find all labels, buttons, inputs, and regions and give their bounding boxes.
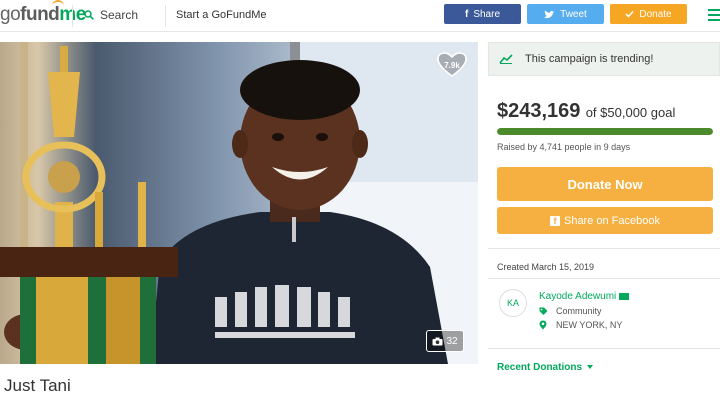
hero-illustration [0,42,478,364]
donate-header-button[interactable]: Donate [610,4,687,24]
campaign-category[interactable]: Community [556,306,602,316]
amount-raised-summary: $243,169 of $50,000 goal [497,100,675,123]
logo-sun-mark [52,0,64,7]
nav-divider [72,5,73,27]
goal-text: of $50,000 goal [585,105,676,120]
share-facebook-label: Share on Facebook [563,214,660,227]
raised-by-text: Raised by 4,741 people in 9 days [497,142,631,152]
donate-label: Donate [639,8,672,20]
hamburger-icon[interactable] [708,9,720,24]
trending-banner: This campaign is trending! [488,42,720,76]
trending-chart-icon [499,54,513,64]
share-on-facebook-button[interactable]: f Share on Facebook [497,207,713,234]
logo-fund-text: fund [20,4,60,25]
mail-icon[interactable] [619,292,630,300]
nav-divider [165,5,166,27]
twitter-icon [544,10,555,18]
recent-donations-toggle[interactable]: Recent Donations [497,362,594,373]
share-button[interactable]: f Share [444,4,521,24]
campaign-photo[interactable]: 7.9k 32 [0,42,478,364]
share-label: Share [473,8,501,20]
favorites-count: 7.9k [444,60,460,70]
chevron-down-icon [587,365,594,370]
campaign-title: Just Tani [4,376,71,395]
divider [488,348,720,349]
start-gofundme-link[interactable]: Start a GoFundMe [176,9,267,21]
created-date: Created March 15, 2019 [497,262,595,272]
funding-progress-bar [497,128,713,135]
photo-gallery-button[interactable]: 32 [426,330,464,352]
check-icon [625,10,634,18]
organizer-link[interactable]: Kayode Adewumi [539,291,630,302]
search-link[interactable]: Search [84,8,138,22]
logo-go-text: go [0,4,21,25]
search-icon [84,10,94,20]
photo-count-label: 32 [446,335,458,347]
divider [488,278,720,279]
location-pin-icon [539,320,547,330]
avatar[interactable]: KA [499,289,527,317]
facebook-icon: f [549,215,560,226]
tweet-button[interactable]: Tweet [527,4,604,24]
camera-icon [432,337,443,345]
facebook-icon: f [464,8,469,20]
trending-text: This campaign is trending! [525,53,654,65]
top-navigation-bar: gofundme Search Start a GoFundMe f Share… [0,0,720,32]
campaign-location: NEW YORK, NY [556,320,623,330]
search-label: Search [100,8,139,22]
amount-raised: $243,169 [497,100,581,122]
tweet-label: Tweet [560,8,587,20]
donate-now-button[interactable]: Donate Now [497,167,713,201]
recent-donations-label: Recent Donations [497,362,583,373]
tag-icon [539,307,548,315]
divider [488,248,720,249]
donate-now-label: Donate Now [567,176,643,192]
organizer-name: Kayode Adewumi [539,291,617,302]
progress-fill [497,128,713,135]
favorite-badge[interactable]: 7.9k [437,52,467,78]
